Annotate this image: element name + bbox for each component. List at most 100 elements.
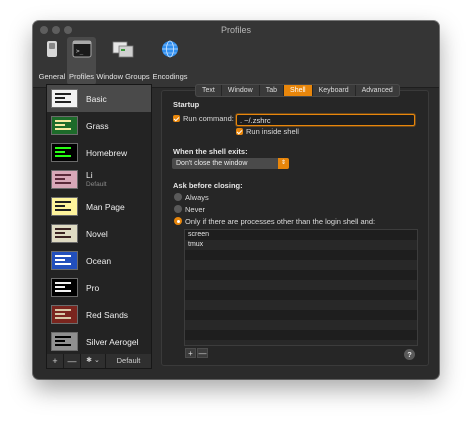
list-row-empty	[185, 320, 417, 330]
thumbnail-text-line	[55, 290, 71, 292]
default-profile-label: Default	[86, 181, 107, 188]
profile-item-grass[interactable]: Grass	[47, 112, 151, 139]
thumbnail-text-line	[55, 228, 71, 230]
profile-thumbnail	[51, 116, 78, 135]
run-command-field[interactable]: . ~/.zshrc	[236, 114, 415, 126]
profile-name: Pro	[86, 283, 100, 293]
tab-keyboard[interactable]: Keyboard	[313, 85, 356, 96]
chevron-updown-icon: ⇕	[278, 158, 289, 169]
help-button[interactable]: ?	[404, 349, 415, 360]
tab-text[interactable]: Text	[196, 85, 222, 96]
thumbnail-text-line	[55, 205, 65, 207]
profile-item-homebrew[interactable]: Homebrew	[47, 139, 151, 166]
thumbnail-text-line	[55, 236, 71, 238]
profile-name: Ocean	[86, 256, 112, 266]
list-item[interactable]: tmux	[185, 240, 417, 250]
thumbnail-text-line	[55, 255, 71, 257]
thumbnail-text-line	[55, 286, 65, 288]
thumbnail-text-line	[55, 259, 65, 261]
profile-thumbnail	[51, 170, 78, 189]
profile-thumbnail	[51, 305, 78, 324]
profile-thumbnail	[51, 251, 78, 270]
run-command-label: Run command:	[183, 114, 234, 123]
terminal-icon: >_	[72, 40, 91, 58]
profile-thumbnail	[51, 278, 78, 297]
thumbnail-text-line	[55, 101, 71, 103]
profile-item-basic[interactable]: Basic	[47, 85, 151, 112]
profile-name: Red Sands	[86, 310, 129, 320]
shell-exit-select[interactable]: Don't close the window ⇕	[172, 158, 289, 169]
thumbnail-text-line	[55, 209, 71, 211]
list-row-empty	[185, 300, 417, 310]
thumbnail-text-line	[55, 97, 65, 99]
radio-always[interactable]	[174, 193, 182, 201]
radio-only-if-processes[interactable]	[174, 217, 182, 225]
profile-item-red-sands[interactable]: Red Sands	[47, 301, 151, 328]
toolbar-encodings[interactable]: Encodings	[152, 37, 188, 85]
tab-window[interactable]: Window	[222, 85, 260, 96]
titlebar: Profiles General >_ Profiles Window Grou…	[33, 21, 439, 88]
thumbnail-text-line	[55, 178, 65, 180]
thumbnail-text-line	[55, 147, 71, 149]
thumbnail-text-line	[55, 151, 65, 153]
profile-list: Basic Grass Homebrew Li Default Man Page…	[46, 84, 152, 355]
process-list[interactable]: screen tmux	[184, 229, 418, 346]
list-row-empty	[185, 310, 417, 320]
thumbnail-text-line	[55, 124, 65, 126]
list-row-empty	[185, 270, 417, 280]
switch-icon	[47, 41, 57, 57]
thumbnail-text-line	[55, 174, 71, 176]
radio-never[interactable]	[174, 205, 182, 213]
list-row-empty	[185, 330, 417, 340]
profile-thumbnail	[51, 143, 78, 162]
remove-profile-button[interactable]: —	[64, 354, 81, 368]
toolbar-window-groups[interactable]: Window Groups	[96, 37, 150, 85]
profile-name: Grass	[86, 121, 109, 131]
toolbar-general[interactable]: General	[37, 37, 67, 85]
list-row-empty	[185, 290, 417, 300]
shell-exit-select-value: Don't close the window	[176, 160, 248, 167]
run-inside-shell-label: Run inside shell	[246, 127, 299, 136]
ask-before-closing-heading: Ask before closing:	[173, 181, 243, 190]
run-inside-shell-checkbox[interactable]	[236, 128, 243, 135]
list-row-empty	[185, 280, 417, 290]
shell-exit-heading: When the shell exits:	[173, 147, 248, 156]
profile-item-pro[interactable]: Pro	[47, 274, 151, 301]
profile-item-novel[interactable]: Novel	[47, 220, 151, 247]
thumbnail-text-line	[55, 336, 71, 338]
profile-list-footer: + — ✱ ⌄ Default	[46, 354, 152, 369]
profile-name: Novel	[86, 229, 108, 239]
thumbnail-text-line	[55, 344, 71, 346]
remove-process-button[interactable]: —	[197, 348, 208, 358]
thumbnail-text-line	[55, 309, 71, 311]
thumbnail-text-line	[55, 128, 71, 130]
list-row-empty	[185, 260, 417, 270]
thumbnail-text-line	[55, 282, 71, 284]
tab-shell[interactable]: Shell	[284, 85, 313, 96]
window-title: Profiles	[220, 25, 251, 35]
radio-never-label: Never	[185, 205, 206, 214]
thumbnail-text-line	[55, 182, 71, 184]
run-command-checkbox[interactable]	[173, 115, 180, 122]
add-process-button[interactable]: +	[185, 348, 196, 358]
profile-name: Man Page	[86, 202, 125, 212]
tab-advanced[interactable]: Advanced	[356, 85, 399, 96]
tab-tab[interactable]: Tab	[260, 85, 285, 96]
svg-text:>_: >_	[76, 48, 84, 55]
profile-item-man-page[interactable]: Man Page	[47, 193, 151, 220]
add-profile-button[interactable]: +	[47, 354, 64, 368]
toolbar-encodings-label: Encodings	[152, 72, 188, 81]
toolbar-profiles[interactable]: >_ Profiles	[67, 37, 96, 85]
list-item[interactable]: screen	[185, 230, 417, 240]
radio-only-if-processes-label: Only if there are processes other than t…	[185, 217, 376, 226]
profile-name: Li	[86, 170, 93, 180]
set-default-button[interactable]: Default	[106, 354, 151, 368]
thumbnail-text-line	[55, 263, 71, 265]
profile-item-ocean[interactable]: Ocean	[47, 247, 151, 274]
gear-menu-button[interactable]: ✱ ⌄	[81, 354, 106, 368]
thumbnail-text-line	[55, 155, 71, 157]
profile-name: Silver Aerogel	[86, 337, 139, 347]
thumbnail-text-line	[55, 232, 65, 234]
profile-item-silver-aerogel[interactable]: Silver Aerogel	[47, 328, 151, 354]
profile-item-li[interactable]: Li Default	[47, 166, 151, 193]
